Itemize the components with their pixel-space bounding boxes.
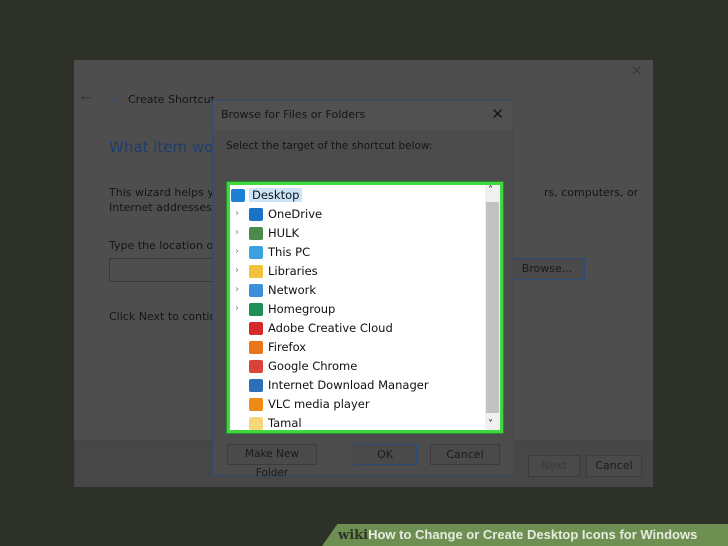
- adobe-cc-icon: [249, 322, 263, 335]
- tree-item-label: Libraries: [268, 264, 318, 278]
- scroll-down-icon[interactable]: ˅: [488, 419, 493, 430]
- tree-item[interactable]: Desktop: [230, 186, 485, 205]
- tree-item-label: OneDrive: [268, 207, 323, 221]
- folder-tree[interactable]: ˄ ˅ Desktop › OneDrive › HULK › This PC › Librar…: [226, 181, 504, 434]
- next-button[interactable]: Next: [528, 455, 580, 477]
- caption-text: wikiHow to Change or Create Desktop Icon…: [338, 527, 697, 543]
- desktop-icon: [231, 189, 245, 202]
- tree-item[interactable]: Internet Download Manager: [230, 376, 485, 395]
- expand-chevron-icon[interactable]: ›: [235, 208, 239, 219]
- wizard-cancel-button[interactable]: Cancel: [586, 455, 642, 477]
- tree-item-label: VLC media player: [268, 397, 370, 411]
- tree-item[interactable]: › HULK: [230, 224, 485, 243]
- wizard-description-right: rs, computers, or: [544, 186, 639, 199]
- firefox-icon: [249, 341, 263, 354]
- wizard-heading: What item woul: [109, 138, 227, 156]
- make-new-folder-button[interactable]: Make New Folder: [227, 444, 317, 479]
- tree-item-label: Google Chrome: [268, 359, 358, 373]
- chrome-icon: [249, 360, 263, 373]
- shortcut-icon: ↗: [110, 96, 116, 104]
- libraries-icon: [249, 265, 263, 278]
- vlc-icon: [249, 398, 263, 411]
- back-arrow-icon[interactable]: ←: [80, 90, 92, 106]
- caption-title: to Change or Create Desktop Icons for Wi…: [395, 527, 698, 542]
- tree-item-label: HULK: [268, 226, 300, 240]
- tree-item[interactable]: › OneDrive: [230, 205, 485, 224]
- folder-icon: [249, 417, 263, 430]
- expand-chevron-icon[interactable]: ›: [235, 284, 239, 295]
- wizard-description: This wizard helps yo: [109, 186, 221, 199]
- location-label: Type the location of: [109, 239, 218, 252]
- scrollbar-thumb[interactable]: [486, 202, 499, 413]
- onedrive-icon: [249, 208, 263, 221]
- tree-item[interactable]: › Libraries: [230, 262, 485, 281]
- tree-item[interactable]: Google Chrome: [230, 357, 485, 376]
- tree-item-label: Adobe Creative Cloud: [268, 321, 393, 335]
- tree-item[interactable]: Firefox: [230, 338, 485, 357]
- tree-item-label: Tamal: [268, 416, 302, 430]
- expand-chevron-icon[interactable]: ›: [235, 265, 239, 276]
- idm-icon: [249, 379, 263, 392]
- continue-text: Click Next to continu: [109, 310, 224, 323]
- tree-item[interactable]: Adobe Creative Cloud: [230, 319, 485, 338]
- expand-chevron-icon[interactable]: ›: [235, 227, 239, 238]
- close-icon[interactable]: ✕: [630, 62, 643, 80]
- tree-item-label: Homegroup: [268, 302, 336, 316]
- scroll-up-icon[interactable]: ˄: [488, 185, 493, 196]
- tree-item[interactable]: › Homegroup: [230, 300, 485, 319]
- tree-item-label: Desktop: [249, 188, 303, 202]
- expand-chevron-icon[interactable]: ›: [235, 246, 239, 257]
- tree-item-label: Firefox: [268, 340, 307, 354]
- wizard-title: Create Shortcut: [128, 93, 215, 106]
- user-icon: [249, 227, 263, 240]
- dialog-instruction: Select the target of the shortcut below:: [226, 140, 433, 152]
- wizard-description-line2: Internet addresses.: [109, 201, 216, 214]
- dialog-title: Browse for Files or Folders: [221, 108, 366, 121]
- dialog-titlebar: Browse for Files or Folders ✕: [213, 101, 513, 130]
- homegroup-icon: [249, 303, 263, 316]
- brand-wiki: wiki: [338, 528, 369, 543]
- expand-chevron-icon[interactable]: ›: [235, 303, 239, 314]
- scrollbar[interactable]: ˄ ˅: [485, 185, 500, 430]
- tree-item[interactable]: VLC media player: [230, 395, 485, 414]
- tree-item[interactable]: › Network: [230, 281, 485, 300]
- network-icon: [249, 284, 263, 297]
- brand-how: How: [368, 527, 396, 542]
- tree-item-label: This PC: [268, 245, 311, 259]
- dialog-close-icon[interactable]: ✕: [491, 105, 504, 123]
- tree-item[interactable]: › This PC: [230, 243, 485, 262]
- dialog-cancel-button[interactable]: Cancel: [430, 444, 500, 465]
- tree-item[interactable]: Tamal: [230, 414, 485, 433]
- ok-button[interactable]: OK: [353, 444, 417, 465]
- browse-dialog: Browse for Files or Folders ✕ Select the…: [212, 100, 514, 479]
- tree-item-label: Network: [268, 283, 317, 297]
- tree-item-label: Internet Download Manager: [268, 378, 429, 392]
- computer-icon: [249, 246, 263, 259]
- browse-button[interactable]: Browse...: [509, 258, 585, 280]
